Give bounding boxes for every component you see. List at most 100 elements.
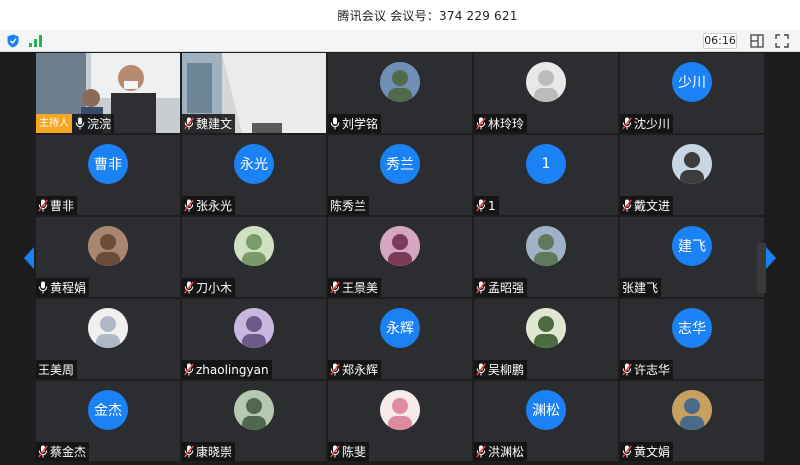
participant-name: 黄文娟	[634, 445, 671, 459]
avatar: 渊松	[526, 390, 566, 430]
participant-tile[interactable]: 秀兰陈秀兰	[328, 135, 472, 215]
participant-tile[interactable]: 金杰蔡金杰	[36, 381, 180, 461]
participant-tile[interactable]: 陈斐	[328, 381, 472, 461]
avatar	[672, 390, 712, 430]
avatar: 永光	[234, 144, 274, 184]
mic-muted-icon	[476, 117, 488, 130]
avatar: 少川	[672, 62, 712, 102]
participant-tile[interactable]: 11	[474, 135, 618, 215]
avatar	[526, 62, 566, 102]
participant-tile[interactable]: 少川沈少川	[620, 53, 764, 133]
participant-name: 刘学铭	[342, 117, 379, 131]
participant-tile[interactable]: 王景美	[328, 217, 472, 297]
mic-muted-icon	[476, 445, 488, 458]
next-page-arrow-icon[interactable]	[766, 243, 778, 273]
participant-name: 曹非	[50, 199, 75, 213]
participant-name-bar: 张永光	[182, 196, 236, 215]
layout-icon[interactable]	[750, 34, 764, 48]
avatar	[380, 226, 420, 266]
participant-name: 林玲玲	[488, 117, 525, 131]
side-panel-handle[interactable]	[757, 243, 766, 293]
participant-name: 1	[488, 198, 496, 213]
participant-tile[interactable]: 永辉郑永辉	[328, 299, 472, 379]
participant-tile[interactable]: 孟昭强	[474, 217, 618, 297]
participant-name-bar: 主持人 浣浣	[36, 114, 115, 133]
participant-tile[interactable]: 魏建文	[182, 53, 326, 133]
participant-tile[interactable]: 黄文娟	[620, 381, 764, 461]
participant-name: 郑永辉	[342, 363, 379, 377]
participant-tile[interactable]: 渊松洪渊松	[474, 381, 618, 461]
participant-tile[interactable]: 曹非 曹非	[36, 135, 180, 215]
fullscreen-icon[interactable]	[775, 34, 789, 48]
avatar	[380, 390, 420, 430]
participant-name-bar: 刀小木	[182, 278, 236, 297]
mic-muted-icon	[38, 199, 50, 212]
participant-tile[interactable]: 林玲玲	[474, 53, 618, 133]
avatar: 1	[526, 144, 566, 184]
participant-name-bar: 陈斐	[328, 442, 370, 461]
avatar	[234, 226, 274, 266]
participant-name-bar: 孟昭强	[474, 278, 528, 297]
participant-name: 张建飞	[622, 281, 659, 295]
participant-name: 王景美	[342, 281, 379, 295]
participant-name: zhaolingyan	[196, 362, 269, 377]
shield-icon[interactable]	[7, 34, 19, 48]
participant-tile[interactable]: 王美周	[36, 299, 180, 379]
participant-tile[interactable]: 永光张永光	[182, 135, 326, 215]
participant-name-bar: 张建飞	[620, 278, 662, 297]
mic-icon	[38, 281, 50, 294]
participant-tile[interactable]: 主持人 浣浣	[36, 53, 180, 133]
participant-name: 康晓崇	[196, 445, 233, 459]
mic-muted-icon	[330, 445, 342, 458]
participant-name: 戴文进	[634, 199, 671, 213]
participant-tile[interactable]: 戴文进	[620, 135, 764, 215]
participant-tile[interactable]: 刘学铭	[328, 53, 472, 133]
participant-tile[interactable]: 刀小木	[182, 217, 326, 297]
participant-name: 陈斐	[342, 445, 367, 459]
participant-name: 张永光	[196, 199, 233, 213]
toolbar: 06:16	[0, 30, 800, 52]
avatar: 金杰	[88, 390, 128, 430]
mic-muted-icon	[184, 117, 196, 130]
participant-tile[interactable]: 吴柳鹏	[474, 299, 618, 379]
participant-tile[interactable]: 康晓崇	[182, 381, 326, 461]
participant-name-bar: 戴文进	[620, 196, 674, 215]
avatar	[234, 308, 274, 348]
participant-tile[interactable]: 建飞张建飞	[620, 217, 764, 297]
participant-name-bar: 洪渊松	[474, 442, 528, 461]
avatar	[526, 308, 566, 348]
avatar	[380, 62, 420, 102]
participant-tile[interactable]: 黄程娟	[36, 217, 180, 297]
avatar	[672, 144, 712, 184]
participant-name-bar: 郑永辉	[328, 360, 382, 379]
participant-name-bar: 刘学铭	[328, 114, 382, 133]
mic-muted-icon	[184, 199, 196, 212]
participant-name: 孟昭强	[488, 281, 525, 295]
participant-tile[interactable]: 志华 许志华	[620, 299, 764, 379]
avatar: 永辉	[380, 308, 420, 348]
signal-icon[interactable]	[29, 35, 43, 47]
avatar	[88, 226, 128, 266]
participant-name: 许志华	[634, 363, 671, 377]
avatar	[526, 226, 566, 266]
avatar: 秀兰	[380, 144, 420, 184]
mic-muted-icon	[184, 445, 196, 458]
participant-name-bar: 沈少川	[620, 114, 674, 133]
previous-page-arrow-icon[interactable]	[22, 243, 34, 273]
mic-muted-icon	[622, 199, 634, 212]
participant-name: 陈秀兰	[330, 199, 367, 213]
participant-name: 浣浣	[87, 117, 112, 131]
mic-muted-icon	[184, 363, 196, 376]
mic-muted-icon	[622, 445, 634, 458]
participant-name: 刀小木	[196, 281, 233, 295]
participant-name-bar: 黄文娟	[620, 442, 674, 461]
participant-name-bar: 王美周	[36, 360, 78, 379]
participant-name: 王美周	[38, 363, 75, 377]
participant-name: 黄程娟	[50, 281, 87, 295]
avatar: 建飞	[672, 226, 712, 266]
participant-name-bar: 林玲玲	[474, 114, 528, 133]
participant-tile[interactable]: zhaolingyan	[182, 299, 326, 379]
avatar: 曹非	[88, 144, 128, 184]
participant-name: 蔡金杰	[50, 445, 87, 459]
avatar	[234, 390, 274, 430]
